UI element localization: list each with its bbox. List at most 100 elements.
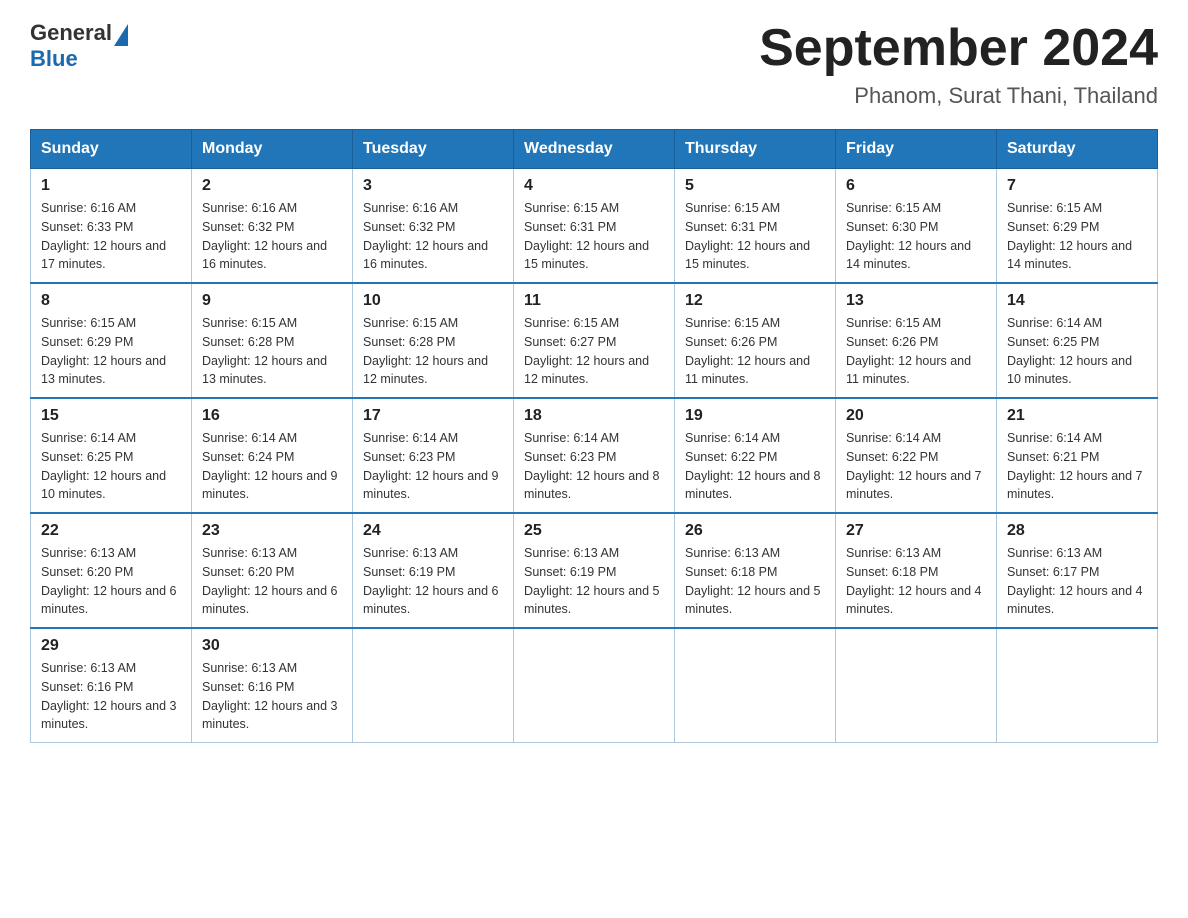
- day-info: Sunrise: 6:14 AMSunset: 6:23 PMDaylight:…: [363, 429, 503, 504]
- calendar-table: SundayMondayTuesdayWednesdayThursdayFrid…: [30, 129, 1158, 743]
- calendar-cell: 24 Sunrise: 6:13 AMSunset: 6:19 PMDayligh…: [353, 513, 514, 628]
- calendar-cell: 16 Sunrise: 6:14 AMSunset: 6:24 PMDayligh…: [192, 398, 353, 513]
- day-info: Sunrise: 6:14 AMSunset: 6:25 PMDaylight:…: [41, 429, 181, 504]
- calendar-title: September 2024: [759, 20, 1158, 77]
- day-info: Sunrise: 6:13 AMSunset: 6:17 PMDaylight:…: [1007, 544, 1147, 619]
- header-cell-friday: Friday: [836, 130, 997, 169]
- calendar-cell: 1Sunrise: 6:16 AMSunset: 6:33 PMDaylight…: [31, 169, 192, 284]
- page-header: General Blue September 2024 Phanom, Sura…: [30, 20, 1158, 109]
- day-info: Sunrise: 6:13 AMSunset: 6:18 PMDaylight:…: [685, 544, 825, 619]
- title-section: September 2024 Phanom, Surat Thani, Thai…: [759, 20, 1158, 109]
- day-info: Sunrise: 6:14 AMSunset: 6:23 PMDaylight:…: [524, 429, 664, 504]
- logo-blue: Blue: [30, 46, 128, 72]
- week-row: 1Sunrise: 6:16 AMSunset: 6:33 PMDaylight…: [31, 169, 1158, 284]
- day-number: 21: [1007, 407, 1147, 425]
- day-info: Sunrise: 6:15 AMSunset: 6:31 PMDaylight:…: [685, 199, 825, 274]
- header-cell-sunday: Sunday: [31, 130, 192, 169]
- day-number: 14: [1007, 292, 1147, 310]
- logo: General Blue: [30, 20, 128, 72]
- week-row: 29 Sunrise: 6:13 AMSunset: 6:16 PMDayligh…: [31, 628, 1158, 743]
- header-row: SundayMondayTuesdayWednesdayThursdayFrid…: [31, 130, 1158, 169]
- day-number: 6: [846, 177, 986, 195]
- day-number: 12: [685, 292, 825, 310]
- day-info: Sunrise: 6:14 AMSunset: 6:21 PMDaylight:…: [1007, 429, 1147, 504]
- day-number: 30: [202, 637, 342, 655]
- day-info: Sunrise: 6:13 AMSunset: 6:19 PMDaylight:…: [363, 544, 503, 619]
- calendar-cell: 7 Sunrise: 6:15 AMSunset: 6:29 PMDaylight…: [997, 169, 1158, 284]
- day-info: Sunrise: 6:14 AMSunset: 6:22 PMDaylight:…: [685, 429, 825, 504]
- calendar-cell: 3Sunrise: 6:16 AMSunset: 6:32 PMDaylight…: [353, 169, 514, 284]
- day-info: Sunrise: 6:15 AMSunset: 6:28 PMDaylight:…: [363, 314, 503, 389]
- day-number: 8: [41, 292, 181, 310]
- calendar-cell: 29 Sunrise: 6:13 AMSunset: 6:16 PMDayligh…: [31, 628, 192, 743]
- day-info: Sunrise: 6:13 AMSunset: 6:20 PMDaylight:…: [202, 544, 342, 619]
- logo-general: General: [30, 20, 112, 46]
- day-number: 22: [41, 522, 181, 540]
- day-number: 25: [524, 522, 664, 540]
- day-number: 9: [202, 292, 342, 310]
- calendar-cell: [353, 628, 514, 743]
- day-info: Sunrise: 6:15 AMSunset: 6:29 PMDaylight:…: [41, 314, 181, 389]
- calendar-cell: [836, 628, 997, 743]
- day-info: Sunrise: 6:15 AMSunset: 6:27 PMDaylight:…: [524, 314, 664, 389]
- day-info: Sunrise: 6:15 AMSunset: 6:26 PMDaylight:…: [685, 314, 825, 389]
- day-number: 17: [363, 407, 503, 425]
- day-number: 27: [846, 522, 986, 540]
- calendar-cell: 9Sunrise: 6:15 AMSunset: 6:28 PMDaylight…: [192, 283, 353, 398]
- day-info: Sunrise: 6:14 AMSunset: 6:24 PMDaylight:…: [202, 429, 342, 504]
- day-number: 10: [363, 292, 503, 310]
- week-row: 15 Sunrise: 6:14 AMSunset: 6:25 PMDayligh…: [31, 398, 1158, 513]
- day-number: 24: [363, 522, 503, 540]
- calendar-cell: 28 Sunrise: 6:13 AMSunset: 6:17 PMDayligh…: [997, 513, 1158, 628]
- day-number: 15: [41, 407, 181, 425]
- calendar-cell: 15 Sunrise: 6:14 AMSunset: 6:25 PMDayligh…: [31, 398, 192, 513]
- day-number: 7: [1007, 177, 1147, 195]
- day-info: Sunrise: 6:13 AMSunset: 6:18 PMDaylight:…: [846, 544, 986, 619]
- day-number: 3: [363, 177, 503, 195]
- calendar-cell: 6 Sunrise: 6:15 AMSunset: 6:30 PMDaylight…: [836, 169, 997, 284]
- calendar-cell: 25 Sunrise: 6:13 AMSunset: 6:19 PMDayligh…: [514, 513, 675, 628]
- day-number: 23: [202, 522, 342, 540]
- calendar-subtitle: Phanom, Surat Thani, Thailand: [759, 83, 1158, 109]
- calendar-cell: 21 Sunrise: 6:14 AMSunset: 6:21 PMDayligh…: [997, 398, 1158, 513]
- day-info: Sunrise: 6:13 AMSunset: 6:16 PMDaylight:…: [41, 659, 181, 734]
- week-row: 22 Sunrise: 6:13 AMSunset: 6:20 PMDayligh…: [31, 513, 1158, 628]
- day-number: 20: [846, 407, 986, 425]
- day-number: 13: [846, 292, 986, 310]
- calendar-cell: 8 Sunrise: 6:15 AMSunset: 6:29 PMDaylight…: [31, 283, 192, 398]
- day-info: Sunrise: 6:13 AMSunset: 6:16 PMDaylight:…: [202, 659, 342, 734]
- day-number: 28: [1007, 522, 1147, 540]
- day-info: Sunrise: 6:16 AMSunset: 6:32 PMDaylight:…: [202, 199, 342, 274]
- day-info: Sunrise: 6:14 AMSunset: 6:25 PMDaylight:…: [1007, 314, 1147, 389]
- calendar-cell: 20 Sunrise: 6:14 AMSunset: 6:22 PMDayligh…: [836, 398, 997, 513]
- calendar-cell: [997, 628, 1158, 743]
- calendar-cell: 2 Sunrise: 6:16 AMSunset: 6:32 PMDaylight…: [192, 169, 353, 284]
- calendar-cell: 26Sunrise: 6:13 AMSunset: 6:18 PMDayligh…: [675, 513, 836, 628]
- day-info: Sunrise: 6:14 AMSunset: 6:22 PMDaylight:…: [846, 429, 986, 504]
- calendar-cell: 4Sunrise: 6:15 AMSunset: 6:31 PMDaylight…: [514, 169, 675, 284]
- day-number: 11: [524, 292, 664, 310]
- calendar-cell: [675, 628, 836, 743]
- header-cell-monday: Monday: [192, 130, 353, 169]
- header-cell-wednesday: Wednesday: [514, 130, 675, 169]
- day-number: 5: [685, 177, 825, 195]
- header-cell-tuesday: Tuesday: [353, 130, 514, 169]
- calendar-cell: 5 Sunrise: 6:15 AMSunset: 6:31 PMDaylight…: [675, 169, 836, 284]
- calendar-cell: 10 Sunrise: 6:15 AMSunset: 6:28 PMDayligh…: [353, 283, 514, 398]
- day-number: 16: [202, 407, 342, 425]
- header-cell-thursday: Thursday: [675, 130, 836, 169]
- day-number: 1: [41, 177, 181, 195]
- header-cell-saturday: Saturday: [997, 130, 1158, 169]
- calendar-cell: 14 Sunrise: 6:14 AMSunset: 6:25 PMDayligh…: [997, 283, 1158, 398]
- calendar-cell: 30 Sunrise: 6:13 AMSunset: 6:16 PMDayligh…: [192, 628, 353, 743]
- calendar-cell: 18Sunrise: 6:14 AMSunset: 6:23 PMDayligh…: [514, 398, 675, 513]
- day-info: Sunrise: 6:15 AMSunset: 6:30 PMDaylight:…: [846, 199, 986, 274]
- day-number: 2: [202, 177, 342, 195]
- day-number: 29: [41, 637, 181, 655]
- day-info: Sunrise: 6:13 AMSunset: 6:19 PMDaylight:…: [524, 544, 664, 619]
- calendar-cell: 23 Sunrise: 6:13 AMSunset: 6:20 PMDayligh…: [192, 513, 353, 628]
- day-info: Sunrise: 6:13 AMSunset: 6:20 PMDaylight:…: [41, 544, 181, 619]
- week-row: 8 Sunrise: 6:15 AMSunset: 6:29 PMDaylight…: [31, 283, 1158, 398]
- calendar-cell: 12 Sunrise: 6:15 AMSunset: 6:26 PMDayligh…: [675, 283, 836, 398]
- day-info: Sunrise: 6:15 AMSunset: 6:29 PMDaylight:…: [1007, 199, 1147, 274]
